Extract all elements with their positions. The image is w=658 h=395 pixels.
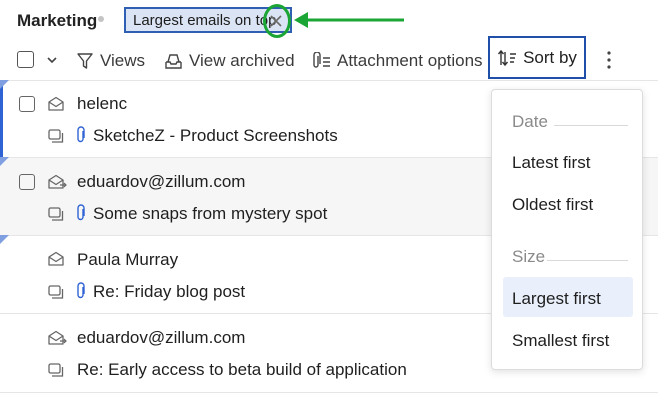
sort-largest-first[interactable]: Largest first (512, 289, 601, 309)
email-checkbox[interactable] (19, 96, 35, 112)
email-sender: eduardov@zillum.com (77, 328, 246, 347)
thread-icon (47, 206, 65, 222)
selected-row-indicator (0, 80, 3, 157)
email-subject: Re: Early access to beta build of applic… (77, 360, 407, 379)
email-subject: SketcheZ - Product Screenshots (93, 126, 338, 145)
thread-icon (47, 284, 65, 300)
dropdown-section-date: Date (512, 112, 548, 131)
views-button[interactable]: Views (76, 49, 145, 73)
attachment-options-label: Attachment options (337, 51, 483, 70)
more-options-icon[interactable] (603, 50, 615, 70)
view-archived-label: View archived (189, 51, 295, 70)
envelope-reply-icon (47, 173, 67, 191)
envelope-reply-icon (47, 329, 67, 347)
attachment-icon (75, 204, 87, 222)
email-sender: eduardov@zillum.com (77, 172, 246, 191)
select-all-checkbox[interactable] (17, 51, 34, 68)
filter-icon (76, 52, 100, 70)
sort-icon (497, 49, 523, 67)
email-sender: helenc (77, 94, 128, 113)
sort-by-label: Sort by (523, 47, 577, 67)
sort-smallest-first[interactable]: Smallest first (512, 331, 609, 351)
annotation-circle (263, 4, 291, 38)
unread-marker (0, 80, 9, 89)
filter-chip-label: Largest emails on top (133, 11, 277, 29)
attachment-options-button[interactable]: Attachment options (312, 49, 483, 73)
attachment-list-icon (312, 52, 337, 70)
sort-latest-first[interactable]: Latest first (512, 153, 590, 173)
email-subject: Re: Friday blog post (93, 282, 246, 301)
view-archived-button[interactable]: View archived (164, 49, 295, 73)
separator-dot (98, 16, 104, 22)
folder-title: Marketing (17, 11, 98, 30)
email-subject: Some snaps from mystery spot (93, 204, 328, 223)
envelope-icon (47, 96, 65, 112)
chevron-down-icon[interactable] (46, 54, 58, 66)
views-label: Views (100, 51, 146, 70)
thread-icon (47, 128, 65, 144)
envelope-icon (47, 251, 65, 267)
unread-marker (0, 157, 9, 166)
archive-icon (164, 52, 189, 70)
unread-marker (0, 235, 9, 244)
attachment-icon (75, 282, 87, 300)
sort-by-button[interactable]: Sort by (488, 36, 586, 79)
divider (554, 125, 628, 126)
dropdown-section-size: Size (512, 247, 546, 266)
annotation-arrow (292, 10, 408, 32)
email-checkbox[interactable] (19, 174, 35, 190)
sort-oldest-first[interactable]: Oldest first (512, 195, 593, 215)
sort-dropdown-menu: Date Latest first Oldest first Size Larg… (491, 89, 643, 370)
thread-icon (47, 362, 65, 378)
divider (547, 260, 628, 261)
email-sender: Paula Murray (77, 250, 179, 269)
attachment-icon (75, 126, 87, 144)
